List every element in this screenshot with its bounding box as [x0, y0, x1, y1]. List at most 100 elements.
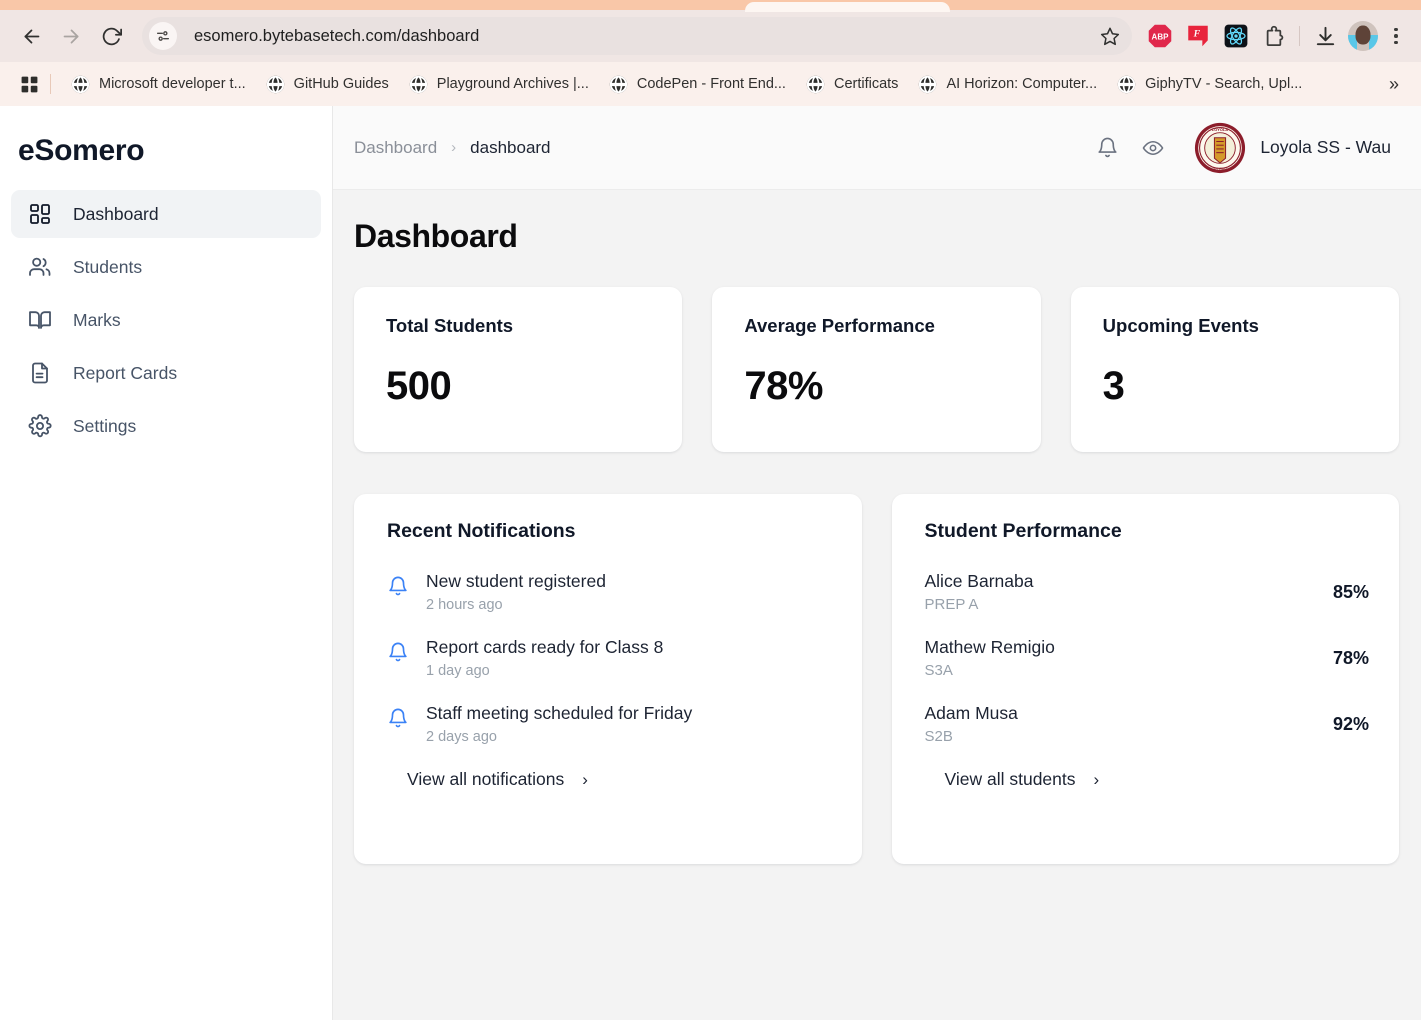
globe-icon: [409, 75, 428, 94]
globe-icon: [806, 75, 825, 94]
view-all-students-link[interactable]: View all students ›: [925, 769, 1370, 790]
globe-icon: [918, 75, 937, 94]
address-bar[interactable]: esomero.bytebasetech.com/dashboard: [142, 17, 1132, 55]
globe-icon: [609, 75, 628, 94]
breadcrumb-parent[interactable]: Dashboard: [354, 138, 437, 158]
stat-value: 500: [386, 364, 652, 409]
school-identity[interactable]: LOYOLA SS WAU Loyola SS - Wau: [1194, 122, 1399, 174]
svg-text:F: F: [1193, 29, 1201, 40]
stat-card-average-performance[interactable]: Average Performance 78%: [712, 287, 1040, 452]
notification-time: 1 day ago: [426, 663, 663, 679]
stat-value: 78%: [744, 364, 1010, 409]
student-class: S3A: [925, 662, 1055, 679]
site-settings-icon[interactable]: [149, 22, 177, 50]
bookmark-label: GitHub Guides: [294, 76, 389, 92]
stat-card-upcoming-events[interactable]: Upcoming Events 3: [1071, 287, 1399, 452]
bookmark-item[interactable]: Certificats: [796, 71, 908, 98]
flipboard-icon[interactable]: F: [1180, 18, 1216, 54]
breadcrumb-separator: ›: [451, 139, 456, 156]
notification-item[interactable]: Staff meeting scheduled for Friday 2 day…: [387, 703, 832, 745]
content-area: Dashboard › dashboard: [333, 106, 1421, 1020]
svg-text:LOYOLA: LOYOLA: [1212, 126, 1228, 131]
sidebar-item-label: Marks: [73, 310, 121, 331]
active-tab[interactable]: [745, 2, 950, 12]
app-logo-text[interactable]: eSomero: [0, 134, 332, 168]
view-all-notifications-link[interactable]: View all notifications ›: [387, 769, 832, 790]
notification-time: 2 hours ago: [426, 597, 606, 613]
sidebar-item-label: Students: [73, 257, 142, 278]
bookmark-star-icon[interactable]: [1094, 20, 1126, 52]
chrome-menu-button[interactable]: [1383, 18, 1409, 54]
notification-time: 2 days ago: [426, 729, 692, 745]
globe-icon: [1117, 75, 1136, 94]
bookmark-label: Certificats: [834, 76, 898, 92]
notification-item[interactable]: Report cards ready for Class 8 1 day ago: [387, 637, 832, 679]
chevron-right-icon: ›: [1094, 770, 1100, 790]
notification-item[interactable]: New student registered 2 hours ago: [387, 571, 832, 613]
bookmark-label: CodePen - Front End...: [637, 76, 786, 92]
sidebar-item-students[interactable]: Students: [11, 243, 321, 291]
student-class: S2B: [925, 728, 1018, 745]
page-title: Dashboard: [354, 218, 1399, 255]
bookmark-item[interactable]: AI Horizon: Computer...: [908, 71, 1107, 98]
page-viewport: eSomero Dashboard Students Marks: [0, 106, 1421, 1020]
back-button[interactable]: [12, 17, 50, 55]
notification-title: Staff meeting scheduled for Friday: [426, 703, 692, 724]
breadcrumb-current: dashboard: [470, 138, 550, 158]
bookmark-item[interactable]: Playground Archives |...: [399, 71, 599, 98]
bell-icon[interactable]: [1084, 125, 1130, 171]
extensions-puzzle-icon[interactable]: [1256, 18, 1292, 54]
browser-window: esomero.bytebasetech.com/dashboard ABP F: [0, 0, 1421, 1020]
stat-label: Total Students: [386, 315, 652, 337]
notification-title: Report cards ready for Class 8: [426, 637, 663, 658]
chevron-right-icon: ›: [582, 770, 588, 790]
book-open-icon: [27, 307, 53, 333]
dashboard-main: Dashboard Total Students 500 Average Per…: [333, 190, 1421, 1020]
school-name: Loyola SS - Wau: [1260, 137, 1391, 158]
bookmark-item[interactable]: GiphyTV - Search, Upl...: [1107, 71, 1312, 98]
globe-icon: [266, 75, 285, 94]
toolbar-divider: [1299, 26, 1300, 46]
stat-label: Upcoming Events: [1103, 315, 1369, 337]
bookmarks-overflow-button[interactable]: »: [1379, 69, 1409, 99]
url-text[interactable]: esomero.bytebasetech.com/dashboard: [194, 27, 1094, 46]
stat-value: 3: [1103, 364, 1369, 409]
sidebar-item-label: Settings: [73, 416, 136, 437]
student-performance-panel: Student Performance Alice Barnaba PREP A…: [892, 494, 1400, 864]
performance-row[interactable]: Adam Musa S2B 92%: [925, 703, 1370, 745]
adblock-plus-icon[interactable]: ABP: [1142, 18, 1178, 54]
sidebar-item-label: Report Cards: [73, 363, 177, 384]
student-score: 85%: [1333, 582, 1369, 603]
bookmark-item[interactable]: GitHub Guides: [256, 71, 399, 98]
stat-card-total-students[interactable]: Total Students 500: [354, 287, 682, 452]
sidebar-item-settings[interactable]: Settings: [11, 402, 321, 450]
download-icon[interactable]: [1307, 18, 1343, 54]
svg-text:ABP: ABP: [1152, 33, 1170, 42]
gear-icon: [27, 413, 53, 439]
bookmark-item[interactable]: CodePen - Front End...: [599, 71, 796, 98]
bookmark-item[interactable]: Microsoft developer t...: [61, 71, 256, 98]
student-name: Mathew Remigio: [925, 637, 1055, 658]
sidebar-item-dashboard[interactable]: Dashboard: [11, 190, 321, 238]
panel-title: Recent Notifications: [387, 520, 832, 543]
apps-grid-icon[interactable]: [12, 69, 46, 99]
performance-row[interactable]: Mathew Remigio S3A 78%: [925, 637, 1370, 679]
react-devtools-icon[interactable]: [1218, 18, 1254, 54]
forward-button[interactable]: [52, 17, 90, 55]
bell-icon: [387, 639, 409, 665]
eye-icon[interactable]: [1130, 125, 1176, 171]
reload-button[interactable]: [92, 17, 130, 55]
browser-toolbar: esomero.bytebasetech.com/dashboard ABP F: [0, 10, 1421, 62]
app-sidebar: eSomero Dashboard Students Marks: [0, 106, 333, 1020]
student-name: Alice Barnaba: [925, 571, 1034, 592]
profile-avatar[interactable]: [1348, 21, 1378, 51]
bookmark-label: GiphyTV - Search, Upl...: [1145, 76, 1302, 92]
grid-icon: [27, 201, 53, 227]
performance-row[interactable]: Alice Barnaba PREP A 85%: [925, 571, 1370, 613]
sidebar-item-report-cards[interactable]: Report Cards: [11, 349, 321, 397]
notification-title: New student registered: [426, 571, 606, 592]
bookmarks-bar: Microsoft developer t... GitHub Guides P…: [0, 62, 1421, 106]
globe-icon: [71, 75, 90, 94]
sidebar-item-marks[interactable]: Marks: [11, 296, 321, 344]
panel-title: Student Performance: [925, 520, 1370, 543]
